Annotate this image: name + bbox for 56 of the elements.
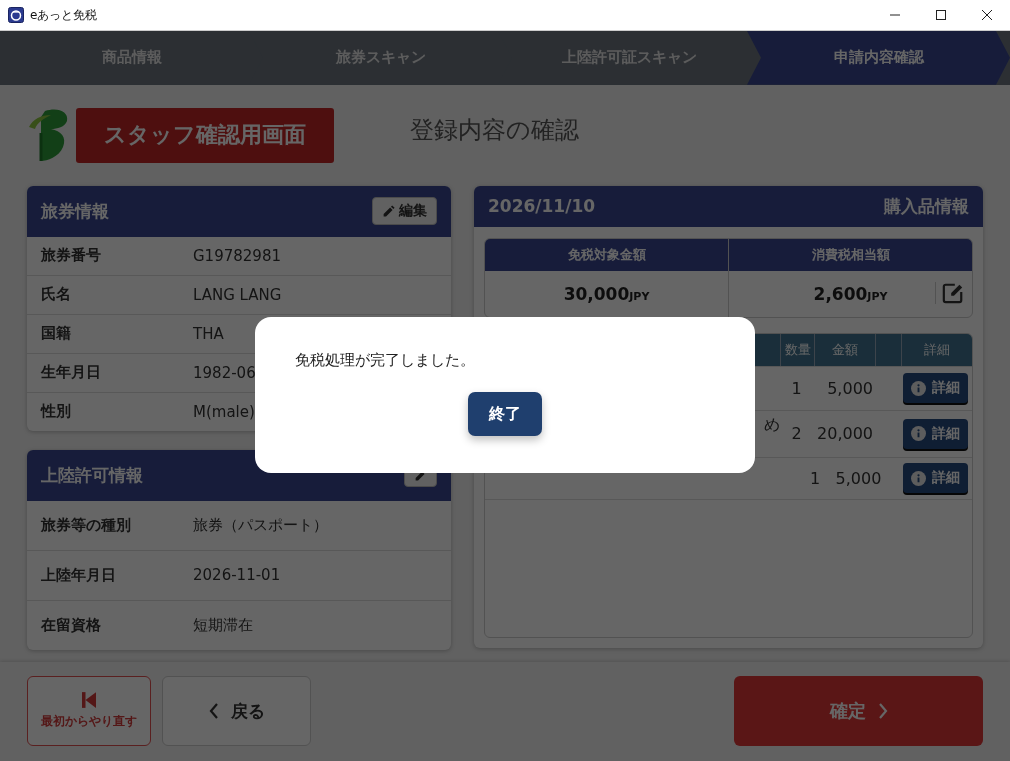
detail-button[interactable]: 詳細 xyxy=(903,418,968,449)
purchase-date: 2026/11/10 xyxy=(488,196,596,217)
info-icon xyxy=(911,426,926,442)
field-label: 上陸年月日 xyxy=(41,565,117,585)
field-label: 在留資格 xyxy=(41,615,102,635)
field-value: 2026-11-01 xyxy=(193,566,281,585)
page-title: 登録内容の確認 xyxy=(410,115,579,147)
column-header: 金額 xyxy=(814,333,875,366)
card-title: 購入品情報 xyxy=(884,194,969,218)
info-icon xyxy=(911,470,926,486)
pencil-icon xyxy=(382,204,395,218)
confirm-button[interactable]: 確定 xyxy=(734,676,983,747)
card-title: 旅券情報 xyxy=(41,199,109,223)
column-header: 詳細 xyxy=(901,333,972,366)
edit-icon[interactable] xyxy=(935,281,964,304)
back-button[interactable]: 戻る xyxy=(162,676,311,747)
edit-button[interactable]: 編集 xyxy=(372,197,437,226)
field-label: 氏名 xyxy=(41,285,72,305)
restart-button[interactable]: 最初からやり直す xyxy=(27,676,151,747)
quantity-cell: 2 xyxy=(791,424,802,444)
column-header: 消費税相当額 xyxy=(729,238,972,271)
amount-cell: 20,000 xyxy=(817,424,873,444)
amount-value: 30,000JPY xyxy=(563,283,650,304)
finish-button[interactable]: 終了 xyxy=(468,392,542,436)
column-header: 免税対象金額 xyxy=(485,238,728,271)
field-label: 旅券等の種別 xyxy=(41,515,132,535)
info-icon xyxy=(911,380,926,396)
field-value: G19782981 xyxy=(193,246,281,265)
field-value: THA xyxy=(193,324,224,343)
app-icon xyxy=(8,7,24,23)
item-name: め xyxy=(764,414,780,436)
amount-value: 2,600JPY xyxy=(813,283,888,304)
quantity-cell: 1 xyxy=(809,468,821,488)
column-header: 数量 xyxy=(780,333,814,366)
field-value: 1982-06 xyxy=(193,363,256,382)
field-label: 旅券番号 xyxy=(41,246,102,266)
field-label: 国籍 xyxy=(41,324,72,344)
field-value: LANG LANG xyxy=(193,285,282,304)
chevron-left-icon xyxy=(208,703,219,720)
card-title: 上陸許可情報 xyxy=(41,463,143,487)
detail-button[interactable]: 詳細 xyxy=(903,373,968,404)
field-label: 生年月日 xyxy=(41,363,102,383)
step-tab[interactable]: 申請内容確認 xyxy=(747,31,1010,85)
dialog-message: 免税処理が完了しました。 xyxy=(295,351,475,370)
staff-screen-banner: スタッフ確認用画面 xyxy=(76,107,334,163)
amount-cell: 5,000 xyxy=(835,468,882,488)
field-value: M(male) xyxy=(193,402,255,421)
skip-back-icon xyxy=(82,692,96,709)
chevron-right-icon xyxy=(877,703,888,720)
field-label: 性別 xyxy=(41,402,72,422)
detail-button[interactable]: 詳細 xyxy=(903,463,968,494)
quantity-cell: 1 xyxy=(791,378,802,398)
field-value: 短期滞在 xyxy=(193,615,253,635)
window-title: eあっと免税 xyxy=(30,6,98,24)
field-value: 旅券（パスポート） xyxy=(193,515,328,535)
amount-cell: 5,000 xyxy=(827,378,873,398)
